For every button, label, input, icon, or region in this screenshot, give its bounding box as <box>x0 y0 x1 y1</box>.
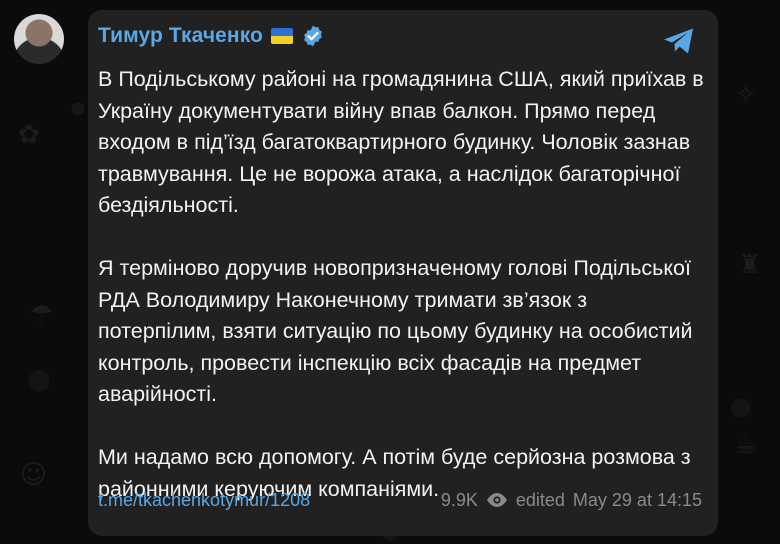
eye-icon <box>486 493 507 507</box>
background-doodle: ✧ <box>735 80 757 110</box>
author-name[interactable]: Тимур Ткаченко <box>98 24 263 48</box>
message-text: В Подільському районі на громадянина США… <box>98 64 708 505</box>
telegram-share-icon[interactable] <box>662 26 696 56</box>
background-doodle: ☂ <box>30 300 54 330</box>
background-doodle: ☺ <box>20 460 48 490</box>
ukraine-flag-icon <box>270 28 293 44</box>
background-doodle: ☕ <box>735 430 759 460</box>
view-count: 9.9K <box>440 489 478 510</box>
message-paragraph: Я терміново доручив новопризначеному гол… <box>98 256 693 406</box>
edited-label: edited <box>515 489 565 510</box>
message-header: Тимур Ткаченко <box>98 24 325 48</box>
message-paragraph: В Подільському районі на громадянина США… <box>98 67 704 217</box>
background-doodle: ✿ <box>18 120 40 150</box>
message-meta: 9.9K edited May 29 at 14:15 <box>441 490 702 511</box>
avatar[interactable] <box>14 14 64 64</box>
post-link[interactable]: t.me/tkachenkotymur/1208 <box>98 490 310 511</box>
background-doodle: ♜ <box>738 250 762 280</box>
timestamp: May 29 at 14:15 <box>572 489 702 510</box>
message-footer: t.me/tkachenkotymur/1208 9.9K edited May… <box>98 488 702 512</box>
verified-badge-icon <box>304 25 322 47</box>
